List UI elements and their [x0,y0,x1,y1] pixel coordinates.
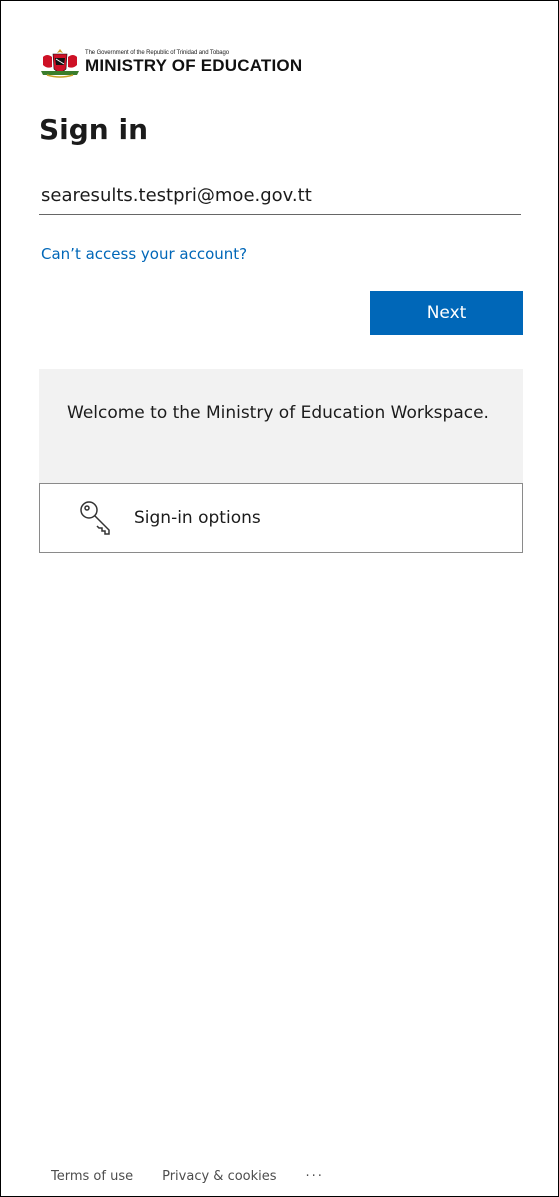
ministry-logo: The Government of the Republic of Trinid… [39,45,302,79]
cant-access-account-link[interactable]: Can’t access your account? [41,245,247,263]
signin-options-label: Sign-in options [134,508,261,528]
more-options-button[interactable]: ··· [306,1169,324,1184]
coat-of-arms-icon [41,49,79,78]
footer: Terms of use Privacy & cookies ··· [51,1169,324,1184]
page-title: Sign in [39,113,149,146]
signin-page: The Government of the Republic of Trinid… [0,0,559,1197]
key-icon [80,501,110,535]
next-button[interactable]: Next [370,291,523,335]
privacy-cookies-link[interactable]: Privacy & cookies [162,1169,276,1184]
logo-title: MINISTRY OF EDUCATION [85,56,303,75]
signin-options-button[interactable]: Sign-in options [39,483,523,553]
email-field[interactable] [39,177,521,215]
welcome-message: Welcome to the Ministry of Education Wor… [39,369,523,483]
terms-of-use-link[interactable]: Terms of use [51,1169,133,1184]
